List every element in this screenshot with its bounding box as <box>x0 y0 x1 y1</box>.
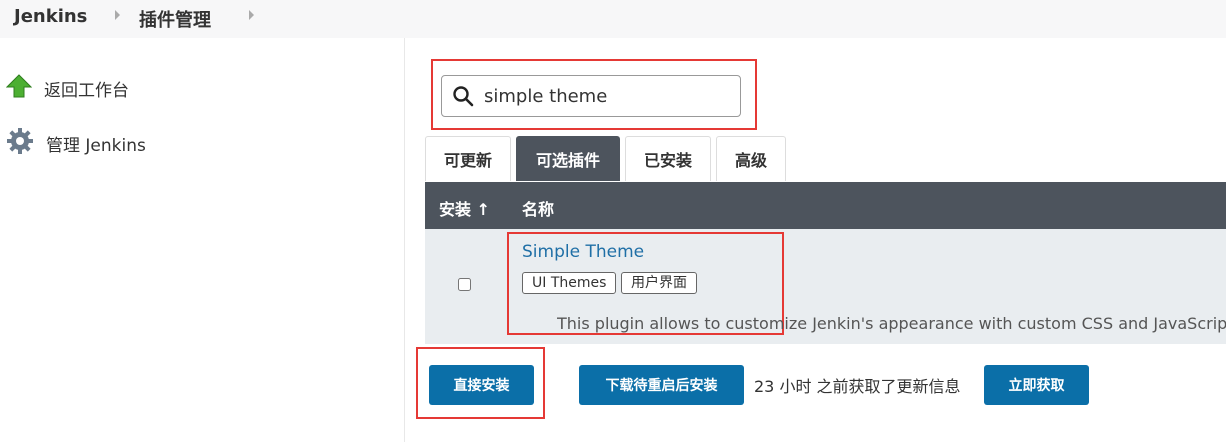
plugin-name-link[interactable]: Simple Theme <box>522 242 644 262</box>
tag-ui-themes[interactable]: UI Themes <box>522 272 617 294</box>
update-info-text: 23 小时 之前获取了更新信息 <box>754 377 961 396</box>
table-header: 安装 ↑ 名称 <box>425 182 1226 229</box>
install-after-restart-button[interactable]: 下载待重启后安装 <box>579 365 744 405</box>
breadcrumb: Jenkins 插件管理 <box>0 0 1226 38</box>
search-input[interactable] <box>482 84 726 108</box>
tab-updates[interactable]: 可更新 <box>425 136 511 181</box>
plugin-description: This plugin allows to customize Jenkin's… <box>557 314 1226 333</box>
install-checkbox[interactable] <box>458 278 471 291</box>
search-box[interactable] <box>441 75 741 117</box>
arrow-up-icon <box>5 73 33 103</box>
search-icon <box>452 85 474 107</box>
gear-icon <box>6 127 34 159</box>
tab-available[interactable]: 可选插件 <box>516 136 620 181</box>
fetch-now-button[interactable]: 立即获取 <box>984 365 1089 405</box>
sidebar: 返回工作台 管理 Jenkins <box>0 38 405 442</box>
install-now-button[interactable]: 直接安装 <box>429 365 534 405</box>
sidebar-item-label: 返回工作台 <box>44 80 129 101</box>
tag-user-interface[interactable]: 用户界面 <box>621 272 697 294</box>
chevron-right-icon <box>115 10 120 20</box>
sidebar-item-label: 管理 Jenkins <box>46 135 146 156</box>
breadcrumb-jenkins[interactable]: Jenkins <box>14 6 87 27</box>
chevron-right-icon <box>249 10 254 20</box>
tab-installed[interactable]: 已安装 <box>625 136 711 181</box>
column-header-install[interactable]: 安装 ↑ <box>439 196 490 220</box>
sidebar-item-manage-jenkins[interactable]: 管理 Jenkins <box>6 128 146 158</box>
sidebar-item-back-to-dashboard[interactable]: 返回工作台 <box>5 73 129 103</box>
breadcrumb-plugin-manager[interactable]: 插件管理 <box>139 6 211 32</box>
column-header-name[interactable]: 名称 <box>522 196 554 220</box>
tab-advanced[interactable]: 高级 <box>716 136 786 181</box>
